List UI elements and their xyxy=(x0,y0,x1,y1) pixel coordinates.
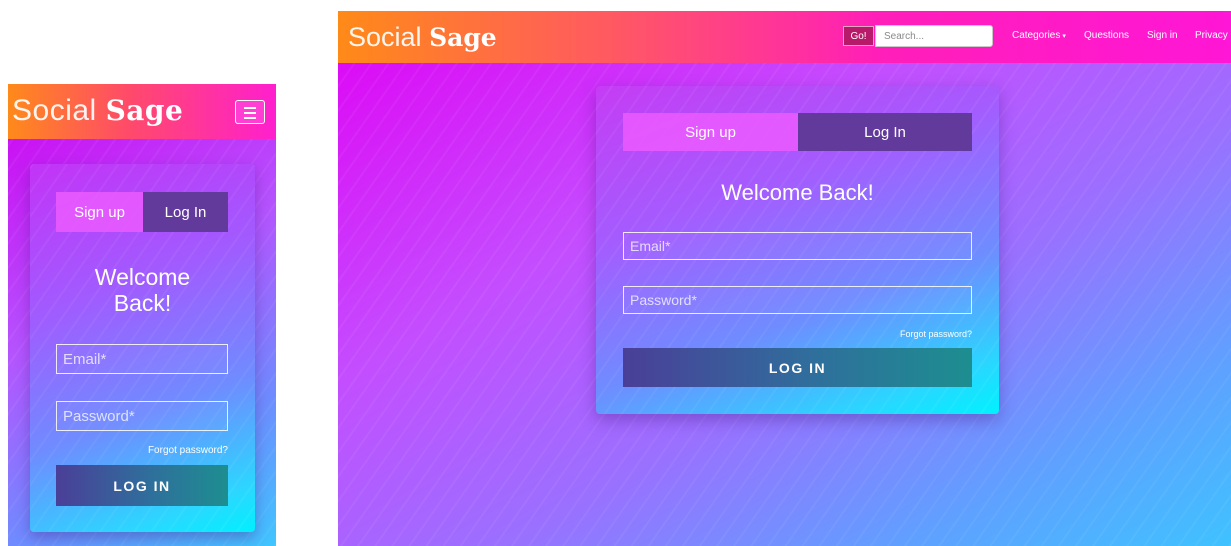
brand-logo-bold: Sage xyxy=(429,23,497,52)
tab-signup[interactable]: Sign up xyxy=(623,113,798,151)
welcome-heading: Welcome Back! xyxy=(40,264,245,316)
nav-questions[interactable]: Questions xyxy=(1084,30,1129,41)
chevron-down-icon: ▾ xyxy=(1062,33,1066,40)
email-placeholder: Email* xyxy=(63,350,107,368)
brand-logo-bold: Sage xyxy=(105,94,184,127)
nav-categories[interactable]: Categories ▾ xyxy=(1012,30,1066,41)
brand-logo-light: Social xyxy=(348,22,422,52)
password-field[interactable]: Password* xyxy=(56,401,228,431)
login-button[interactable]: LOG IN xyxy=(623,348,972,387)
mobile-view: Social Sage Sign up Log In Welcome Back!… xyxy=(8,84,276,546)
mobile-header: Social Sage xyxy=(8,84,276,139)
nav-categories-label: Categories xyxy=(1012,30,1061,41)
desktop-view: Social Sage Go! Search... Categories ▾ Qu… xyxy=(338,11,1231,546)
email-placeholder: Email* xyxy=(630,238,671,254)
password-placeholder: Password* xyxy=(630,292,697,308)
search-input[interactable]: Search... xyxy=(875,25,993,47)
login-button[interactable]: LOG IN xyxy=(56,465,228,506)
desktop-header: Social Sage Go! Search... Categories ▾ Qu… xyxy=(338,11,1231,63)
tab-signup[interactable]: Sign up xyxy=(56,192,143,232)
go-button[interactable]: Go! xyxy=(843,26,874,46)
login-card: Sign up Log In Welcome Back! Email* Pass… xyxy=(596,86,999,414)
forgot-password-link[interactable]: Forgot password? xyxy=(56,445,228,456)
login-card: Sign up Log In Welcome Back! Email* Pass… xyxy=(30,164,255,532)
nav-sign-in[interactable]: Sign in xyxy=(1147,30,1178,41)
nav-privacy[interactable]: Privacy xyxy=(1195,30,1228,41)
welcome-line-1: Welcome xyxy=(94,264,191,290)
brand-logo-light: Social xyxy=(12,94,97,127)
search-placeholder: Search... xyxy=(884,30,925,42)
brand-logo[interactable]: Social Sage xyxy=(348,22,497,53)
welcome-heading: Welcome Back! xyxy=(721,180,874,205)
tab-login[interactable]: Log In xyxy=(143,192,228,232)
forgot-password-link[interactable]: Forgot password? xyxy=(623,329,972,339)
hamburger-icon[interactable] xyxy=(235,100,265,124)
password-field[interactable]: Password* xyxy=(623,286,972,314)
email-field[interactable]: Email* xyxy=(56,344,228,374)
welcome-line-2: Back! xyxy=(113,290,172,316)
brand-logo[interactable]: Social Sage xyxy=(12,94,183,128)
tab-login[interactable]: Log In xyxy=(798,113,972,151)
password-placeholder: Password* xyxy=(63,407,135,425)
email-field[interactable]: Email* xyxy=(623,232,972,260)
